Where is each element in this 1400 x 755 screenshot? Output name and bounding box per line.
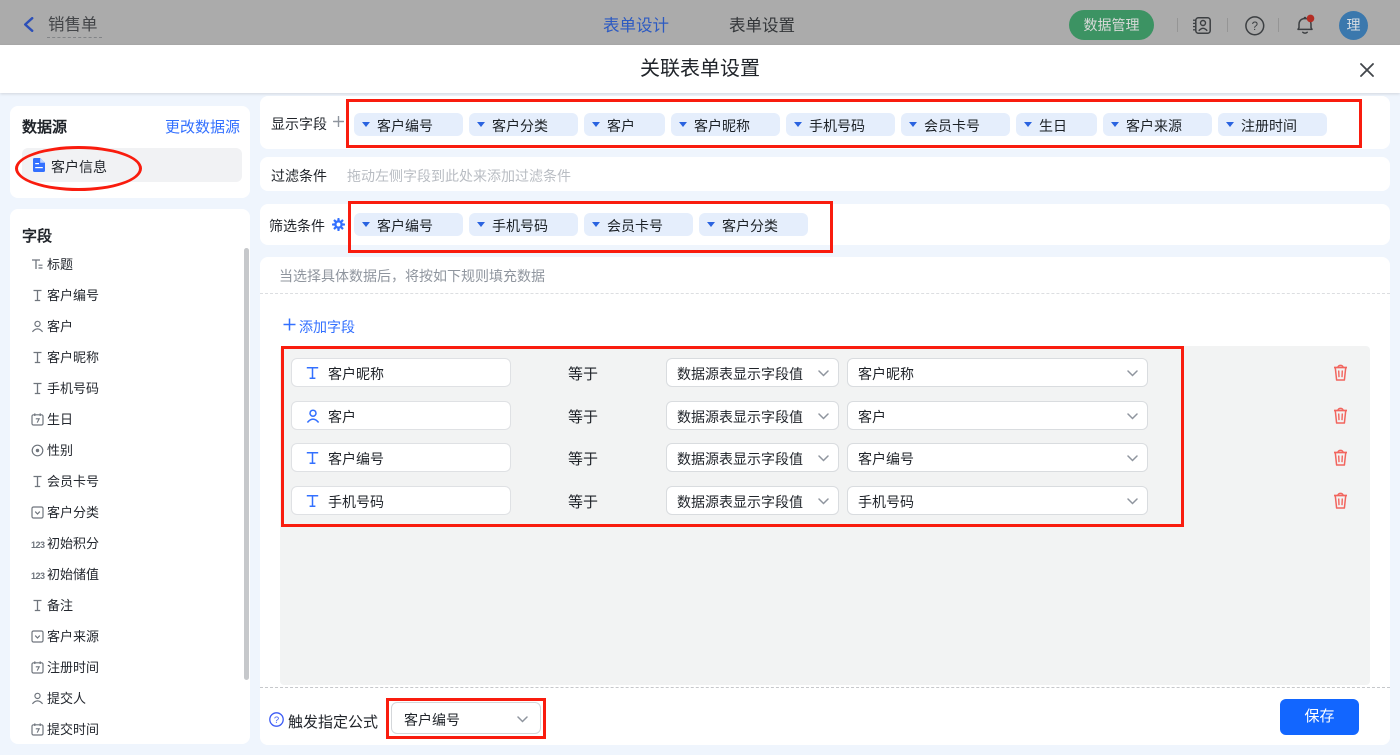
- svg-text:?: ?: [1252, 21, 1258, 33]
- svg-text:?: ?: [274, 715, 279, 726]
